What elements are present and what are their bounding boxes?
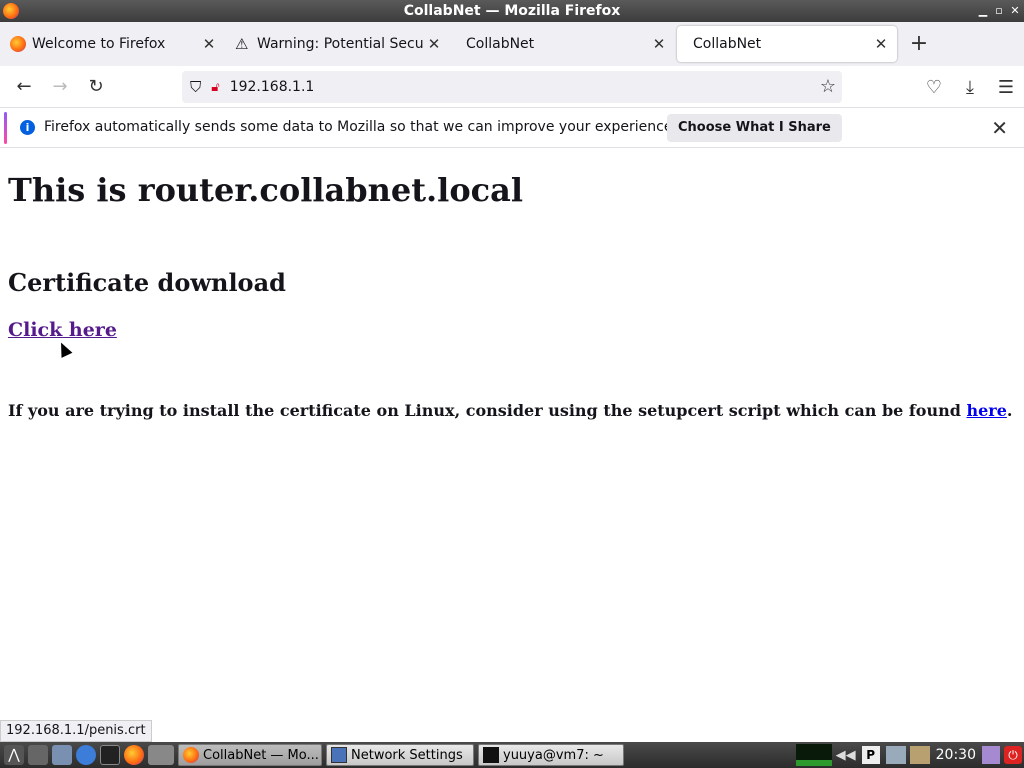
lock-warning-icon[interactable]: 🔓︎	[211, 80, 219, 95]
linux-end: .	[1006, 401, 1013, 420]
volume-icon[interactable]: ◀◀	[836, 748, 856, 763]
taskbar-firefox[interactable]: CollabNet — Mo...	[178, 744, 322, 766]
page-heading: This is router.collabnet.local	[8, 171, 524, 209]
downloads-icon[interactable]: ⤓	[952, 71, 988, 103]
file-manager-icon[interactable]	[28, 745, 48, 765]
taskbar-network-settings[interactable]: Network Settings	[326, 744, 474, 766]
lock-screen-icon[interactable]	[982, 746, 1000, 764]
bookmark-star-icon[interactable]: ☆	[820, 76, 836, 97]
warning-icon: ⚠	[235, 35, 249, 53]
navigation-bar: ← → ↻ ⛉ 🔓︎ 192.168.1.1 ☆ ♡ ⤓ ☰	[0, 66, 1024, 108]
tab-welcome[interactable]: Welcome to Firefox ✕	[0, 26, 225, 62]
maximize-icon[interactable]: ▫	[992, 4, 1006, 18]
pocket-icon[interactable]: ♡	[916, 71, 952, 103]
menu-icon[interactable]: ☰	[988, 71, 1024, 103]
cpu-monitor	[795, 744, 832, 766]
close-tab-icon[interactable]: ✕	[871, 35, 891, 53]
url-text[interactable]: 192.168.1.1	[230, 79, 315, 95]
close-notification-icon[interactable]: ✕	[991, 116, 1008, 140]
status-url: 192.168.1.1/penis.crt	[0, 720, 152, 742]
tab-label: Welcome to Firefox	[32, 36, 166, 52]
tab-label: CollabNet	[466, 36, 535, 52]
tab-collabnet-active[interactable]: CollabNet ✕	[677, 26, 897, 62]
minimize-icon[interactable]: ▁	[976, 4, 990, 18]
terminal-icon	[483, 747, 499, 763]
network-icon[interactable]	[885, 746, 906, 764]
close-window-icon[interactable]: ✕	[1008, 4, 1022, 18]
firefox-icon[interactable]	[124, 745, 144, 765]
terminal-icon[interactable]	[100, 745, 120, 765]
firefox-icon	[3, 3, 19, 19]
tab-strip: Welcome to Firefox ✕ ⚠ Warning: Potentia…	[0, 22, 1024, 66]
task-label: yuuya@vm7: ~	[503, 747, 604, 763]
p-icon[interactable]: P	[861, 746, 880, 764]
setupcert-link[interactable]: here	[966, 401, 1006, 420]
firefox-icon	[10, 36, 26, 52]
start-menu-icon[interactable]: ⋀	[4, 745, 24, 765]
window-titlebar: CollabNet — Mozilla Firefox ▁ ▫ ✕	[0, 0, 1024, 22]
network-settings-icon	[331, 747, 347, 763]
close-tab-icon[interactable]: ✕	[199, 35, 219, 53]
page-content: This is router.collabnet.local Certifica…	[0, 149, 1024, 720]
reload-button[interactable]: ↻	[78, 71, 114, 103]
forward-button[interactable]: →	[42, 71, 78, 103]
taskbar-terminal[interactable]: yuuya@vm7: ~	[478, 744, 624, 766]
linux-text: If you are trying to install the certifi…	[8, 401, 967, 420]
desktop-icon[interactable]	[148, 745, 174, 765]
certificate-download-link[interactable]: Click here	[8, 319, 117, 341]
browser-icon[interactable]	[76, 745, 96, 765]
tab-label: CollabNet	[693, 36, 762, 52]
info-icon: i	[20, 120, 35, 135]
window-title: CollabNet — Mozilla Firefox	[403, 3, 621, 19]
system-tray: ◀◀ P 20:30 ⏻	[795, 742, 1024, 768]
tab-label: Warning: Potential Securi	[257, 36, 424, 52]
task-label: Network Settings	[351, 747, 463, 763]
back-button[interactable]: ←	[6, 71, 42, 103]
tab-warning[interactable]: ⚠ Warning: Potential Securi ✕	[225, 26, 450, 62]
linux-instructions: If you are trying to install the certifi…	[8, 401, 1012, 420]
tab-collabnet[interactable]: CollabNet ✕	[450, 26, 675, 62]
notification-bar: i Firefox automatically sends some data …	[0, 108, 1024, 148]
close-tab-icon[interactable]: ✕	[649, 35, 669, 53]
choose-what-i-share-button[interactable]: Choose What I Share	[667, 114, 842, 142]
task-label: CollabNet — Mo...	[203, 747, 319, 763]
taskbar: ⋀ CollabNet — Mo... Network Settings yuu…	[0, 742, 1024, 768]
printer-icon[interactable]	[909, 746, 930, 764]
new-tab-button[interactable]: +	[901, 26, 937, 62]
clock: 20:30	[935, 747, 976, 763]
section-heading: Certificate download	[8, 268, 286, 297]
notification-message: Firefox automatically sends some data to…	[44, 119, 677, 135]
shield-icon[interactable]: ⛉	[190, 78, 201, 96]
close-tab-icon[interactable]: ✕	[424, 35, 444, 53]
firefox-icon	[183, 747, 199, 763]
notification-accent	[4, 112, 7, 144]
folder-icon[interactable]	[52, 745, 72, 765]
power-icon[interactable]: ⏻	[1004, 746, 1022, 764]
url-bar[interactable]: ⛉ 🔓︎ 192.168.1.1 ☆	[182, 71, 842, 103]
